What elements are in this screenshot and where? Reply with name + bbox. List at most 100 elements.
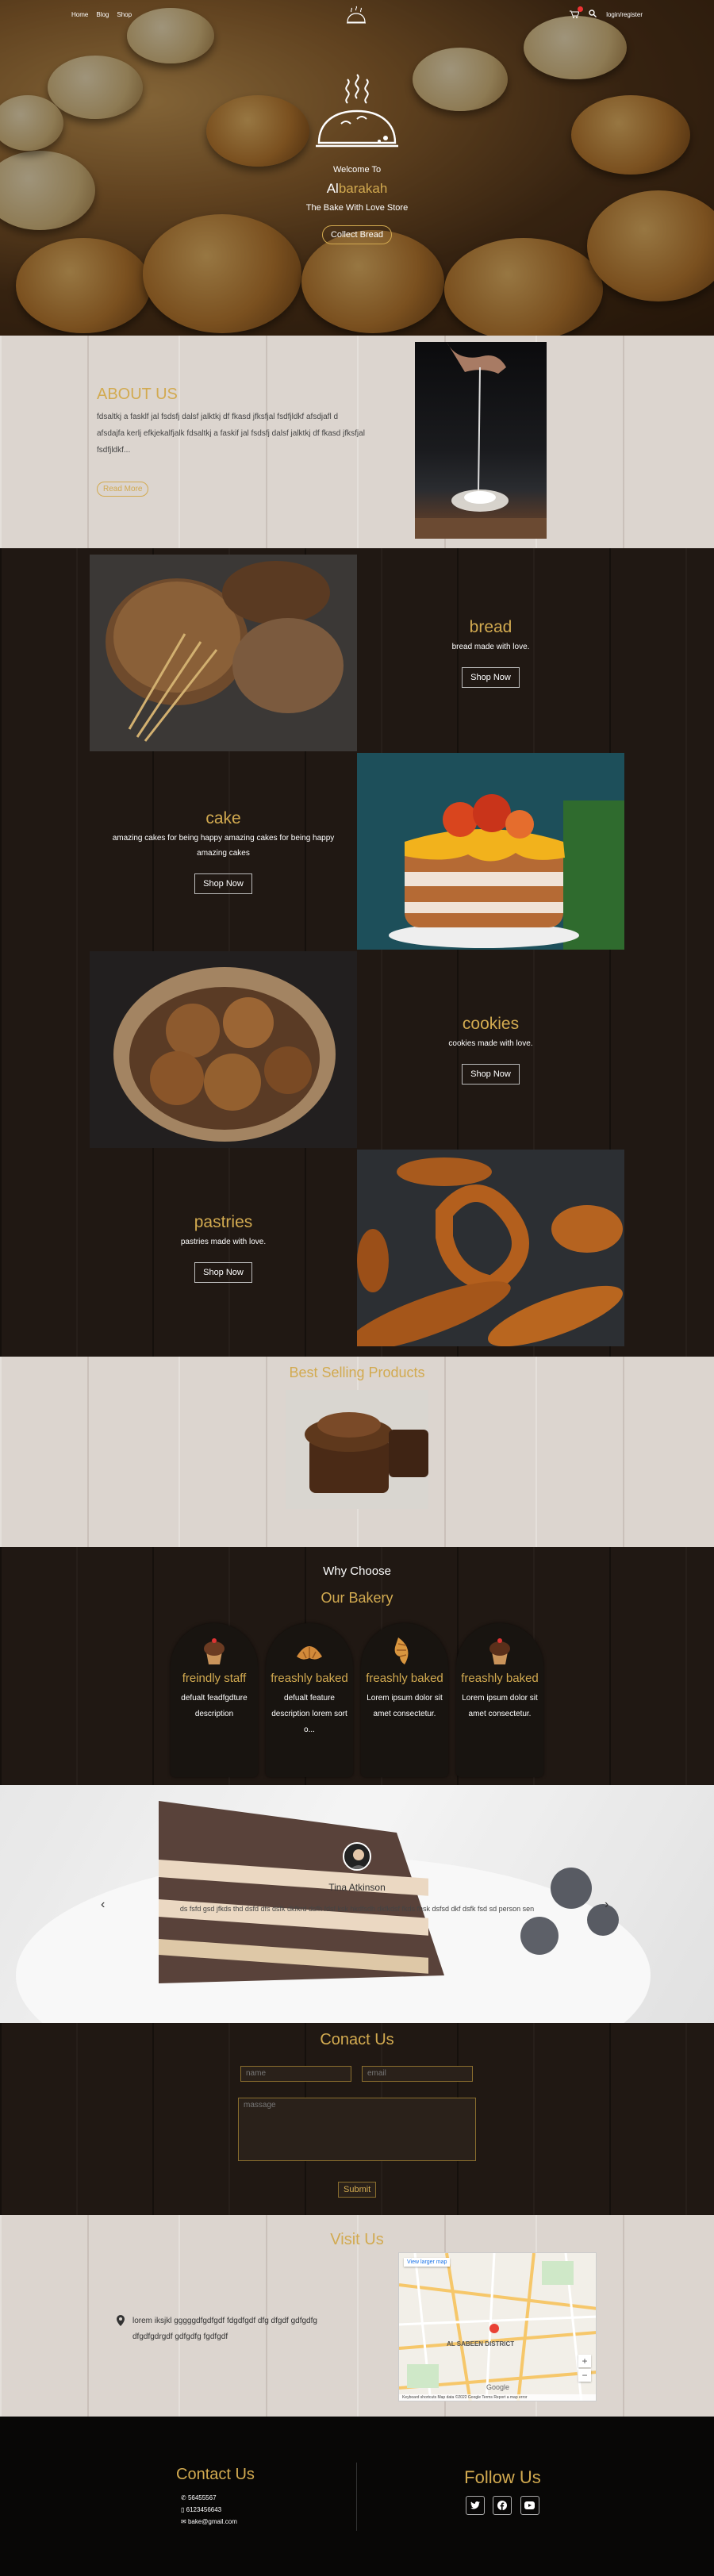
message-textarea[interactable]: massage: [238, 2098, 476, 2161]
categories-section: bread bread made with love. Shop Now cak…: [0, 548, 714, 1357]
flour-sifting-image: [415, 342, 547, 539]
footer-follow: Follow Us: [463, 2467, 542, 2515]
email-item: ✉ bake@gmail.com: [181, 2516, 255, 2528]
read-more-button[interactable]: Read More: [97, 482, 149, 497]
email-address[interactable]: bake@gmail.com: [188, 2518, 237, 2525]
croissant-icon: [292, 1633, 327, 1668]
address-block: lorem iksjkl gggggdfgdfgdf fdgdfgdf dfg …: [117, 2313, 323, 2345]
nav-home-link[interactable]: Home: [71, 11, 88, 18]
google-map[interactable]: View larger map AL SABEEN DISTRICT + − G…: [398, 2252, 597, 2401]
mobile-item: ▯ 6123456643: [181, 2504, 255, 2516]
feature-card: freindly staff defualt feadfgdture descr…: [171, 1623, 258, 1777]
category-desc: bread made with love.: [451, 643, 530, 651]
feature-desc: defualt feadfgdture description: [181, 1694, 248, 1718]
shop-now-button[interactable]: Shop Now: [194, 1262, 252, 1283]
collect-bread-button[interactable]: Collect Bread: [321, 225, 393, 244]
footer-follow-title: Follow Us: [464, 2467, 541, 2487]
feature-title: freashly baked: [366, 1672, 443, 1685]
category-title: cookies: [462, 1015, 520, 1033]
footer-contact: Contact Us ✆ 56455567 ▯ 6123456643 ✉ bak…: [176, 2466, 255, 2528]
shop-now-button[interactable]: Shop Now: [462, 1064, 520, 1085]
testimonial-quote: ds fsfd gsd jfkds thd dsfd dfs dsfk dkfk…: [179, 1905, 535, 1913]
nav-shop-link[interactable]: Shop: [117, 11, 132, 18]
mobile-icon: ▯: [181, 2506, 185, 2513]
twitter-icon[interactable]: [466, 2496, 485, 2515]
map-brand: Google: [486, 2383, 510, 2391]
phone-number: 56455567: [187, 2494, 217, 2501]
facebook-icon[interactable]: [493, 2496, 512, 2515]
zoom-in-button[interactable]: +: [578, 2355, 591, 2367]
hero-logo: [309, 71, 405, 159]
search-icon[interactable]: [589, 10, 597, 19]
visit-section: Visit Us lorem iksjkl gggggdfgdfgdf fdgd…: [0, 2215, 714, 2417]
croissant-icon: [387, 1633, 422, 1668]
map-district-label: AL SABEEN DISTRICT: [447, 2340, 515, 2348]
location-pin-icon: [117, 2315, 125, 2332]
feature-desc: Lorem ipsum dolor sit amet consectetur.: [462, 1694, 538, 1718]
feature-title: freindly staff: [182, 1672, 247, 1685]
site-footer: Contact Us ✆ 56455567 ▯ 6123456643 ✉ bak…: [0, 2417, 714, 2576]
feature-card: freashly baked Lorem ipsum dolor sit ame…: [456, 1623, 543, 1777]
testimonial-name: Tina Atkinson: [328, 1882, 386, 1893]
feature-title: freashly baked: [461, 1672, 539, 1685]
why-choose-section: Why Choose Our Bakery freindly staff def…: [0, 1547, 714, 1785]
feature-title: freashly baked: [271, 1672, 348, 1685]
hero-tagline: The Bake With Love Store: [305, 203, 409, 213]
shop-now-button[interactable]: Shop Now: [462, 667, 520, 688]
mobile-number: 6123456643: [186, 2506, 222, 2513]
cart-badge: [578, 6, 584, 12]
category-pastries: pastries pastries made with love. Shop N…: [90, 1150, 357, 1346]
cart-icon[interactable]: [570, 6, 584, 18]
brand-part-a: Al: [326, 181, 339, 196]
feature-desc: Lorem ipsum dolor sit amet consectetur.: [367, 1694, 443, 1718]
nav-blog-link[interactable]: Blog: [96, 11, 109, 18]
map-footer: Keyboard shortcuts Map data ©2022 Google…: [399, 2394, 596, 2401]
cake-image: [357, 753, 624, 950]
contact-form-section: Conact Us name email massage Submit: [0, 2023, 714, 2215]
header-logo[interactable]: [344, 3, 368, 27]
submit-button[interactable]: Submit: [338, 2182, 377, 2198]
email-input[interactable]: email: [362, 2066, 473, 2082]
category-desc: amazing cakes for being happy amazing ca…: [112, 833, 335, 858]
feature-card: freashly baked defualt feature descripti…: [266, 1623, 353, 1777]
category-bread: bread bread made with love. Shop Now: [357, 555, 624, 751]
main-nav: Home Blog Shop: [71, 11, 132, 18]
hero-welcome: Welcome To: [332, 165, 382, 175]
feature-desc: defualt feature description lorem sort o…: [271, 1694, 347, 1734]
shop-now-button[interactable]: Shop Now: [194, 873, 252, 894]
best-selling-section: Best Selling Products: [0, 1357, 714, 1547]
why-title: Why Choose: [323, 1564, 391, 1578]
testimonial-avatar: [343, 1842, 371, 1871]
about-title: ABOUT US: [97, 386, 178, 403]
category-title: cake: [205, 808, 241, 827]
cupcake-icon: [197, 1633, 232, 1668]
about-section: ABOUT US fdsaltkj a fasklf jal fsdsfj da…: [0, 336, 714, 548]
prev-arrow-icon[interactable]: ‹: [101, 1898, 105, 1912]
category-title: pastries: [194, 1213, 253, 1231]
cookies-image: [90, 951, 357, 1148]
category-desc: pastries made with love.: [180, 1238, 267, 1246]
category-title: bread: [469, 618, 512, 636]
view-larger-map-link[interactable]: View larger map: [404, 2258, 451, 2267]
product-image[interactable]: [286, 1390, 428, 1509]
brand-part-b: barakah: [338, 181, 388, 196]
category-cookies: cookies cookies made with love. Shop Now: [357, 951, 624, 1148]
best-selling-title: Best Selling Products: [289, 1365, 425, 1380]
name-input[interactable]: name: [240, 2066, 351, 2082]
bread-image: [90, 555, 357, 751]
visit-title: Visit Us: [330, 2231, 384, 2248]
login-register-link[interactable]: login/register: [606, 11, 643, 18]
cupcake-icon: [482, 1633, 517, 1668]
about-text: fdsaltkj a fasklf jal fsdsfj dalsf jalkt…: [97, 413, 365, 455]
youtube-icon[interactable]: [520, 2496, 539, 2515]
zoom-out-button[interactable]: −: [578, 2369, 591, 2382]
pastries-image: [357, 1150, 624, 1346]
next-arrow-icon[interactable]: ›: [605, 1898, 608, 1912]
footer-divider: [356, 2463, 357, 2531]
why-subtitle: Our Bakery: [321, 1590, 393, 1606]
feature-card: freashly baked Lorem ipsum dolor sit ame…: [361, 1623, 448, 1777]
contact-form-title: Conact Us: [320, 2031, 394, 2048]
category-cake: cake amazing cakes for being happy amazi…: [90, 753, 357, 950]
hero-brand: Albarakah: [0, 181, 714, 197]
phone-icon: ✆: [181, 2494, 186, 2501]
